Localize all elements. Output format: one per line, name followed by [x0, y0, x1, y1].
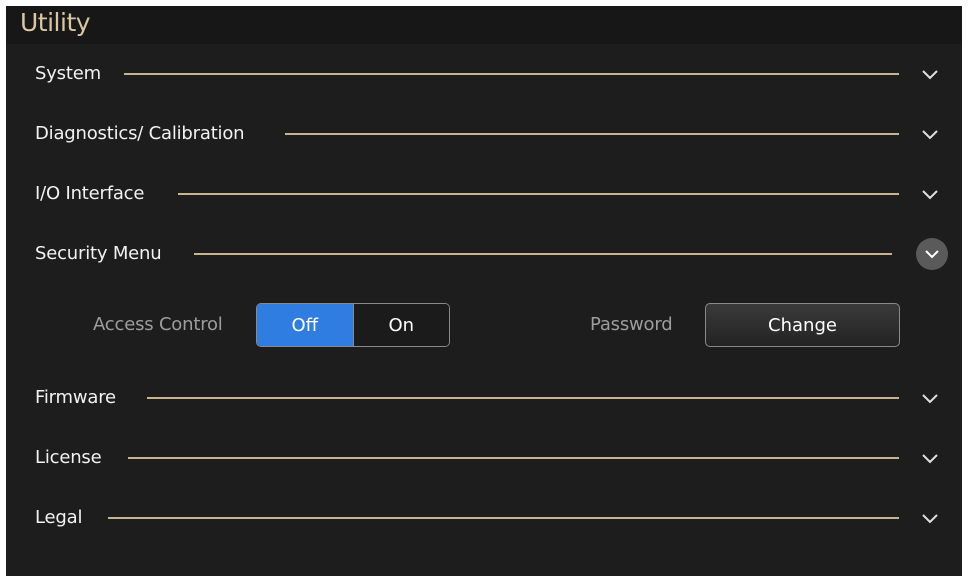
chevron-down-icon[interactable]: [915, 59, 945, 89]
section-io-interface[interactable]: I/O Interface: [6, 174, 962, 214]
section-license[interactable]: License: [6, 438, 962, 478]
section-firmware[interactable]: Firmware: [6, 378, 962, 418]
change-password-button[interactable]: Change: [705, 303, 900, 347]
access-control-toggle[interactable]: Off On: [256, 303, 450, 347]
utility-panel: Utility System Diagnostics/ Calibration …: [6, 6, 962, 576]
section-divider: [178, 193, 899, 195]
chevron-down-icon[interactable]: [915, 119, 945, 149]
section-security-menu[interactable]: Security Menu: [6, 234, 962, 274]
chevron-down-icon[interactable]: [915, 179, 945, 209]
chevron-down-icon[interactable]: [915, 443, 945, 473]
title-bar: Utility: [6, 6, 962, 44]
section-legal[interactable]: Legal: [6, 498, 962, 538]
section-label: License: [35, 447, 102, 468]
security-settings-row: Access Control Off On Password Change: [6, 302, 962, 352]
access-control-off-option[interactable]: Off: [257, 304, 353, 346]
section-divider: [147, 397, 899, 399]
section-divider: [124, 73, 899, 75]
section-diagnostics-calibration[interactable]: Diagnostics/ Calibration: [6, 114, 962, 154]
section-divider: [285, 133, 899, 135]
chevron-down-icon[interactable]: [915, 383, 945, 413]
section-label: Diagnostics/ Calibration: [35, 123, 245, 144]
section-label: Legal: [35, 507, 83, 528]
password-label: Password: [590, 314, 673, 335]
chevron-down-icon[interactable]: [915, 503, 945, 533]
page-title: Utility: [20, 8, 91, 37]
section-divider: [194, 253, 892, 255]
section-divider: [108, 517, 899, 519]
section-divider: [128, 457, 899, 459]
section-label: I/O Interface: [35, 183, 145, 204]
section-label: System: [35, 63, 101, 84]
access-control-on-option[interactable]: On: [352, 304, 449, 346]
access-control-label: Access Control: [93, 314, 223, 335]
section-label: Security Menu: [35, 243, 162, 264]
chevron-down-circle-icon[interactable]: [916, 238, 948, 270]
section-label: Firmware: [35, 387, 116, 408]
section-system[interactable]: System: [6, 54, 962, 94]
